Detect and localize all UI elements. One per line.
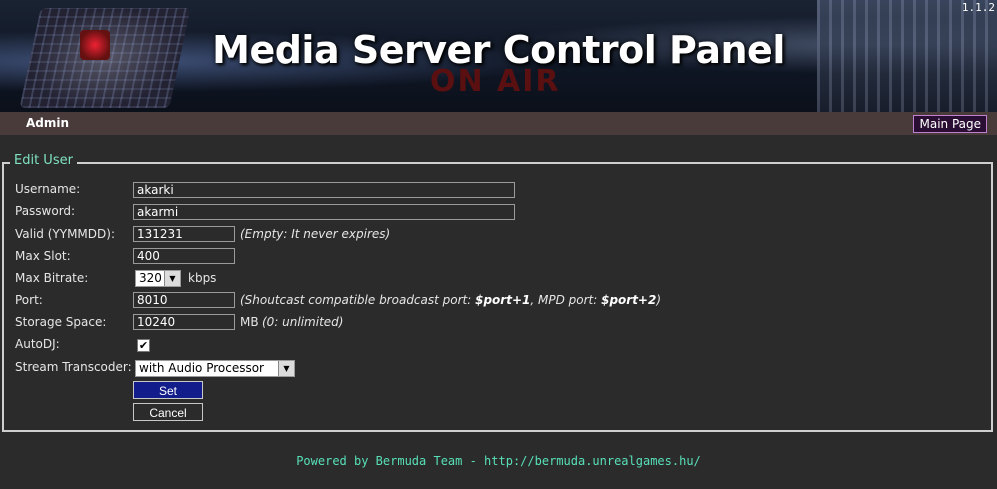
max-slot-input[interactable] (133, 248, 235, 264)
port-note: (Shoutcast compatible broadcast port: $p… (240, 293, 662, 307)
storage-note: (0: unlimited) (262, 315, 344, 329)
port-input[interactable] (133, 292, 235, 308)
max-bitrate-value: 320 (139, 271, 162, 285)
username-label: Username: (15, 182, 81, 196)
edit-user-legend: Edit User (10, 153, 77, 168)
chevron-down-icon: ▼ (164, 271, 180, 286)
set-button[interactable]: Set (133, 381, 203, 399)
password-input[interactable] (133, 204, 515, 220)
transcoder-label: Stream Transcoder: (15, 360, 132, 374)
valid-input[interactable] (133, 226, 235, 242)
page-title: Media Server Control Panel (212, 28, 785, 72)
admin-label: Admin (26, 116, 70, 130)
bitrate-unit: kbps (188, 271, 217, 285)
autodj-checkbox[interactable]: ✔ (137, 339, 150, 352)
transcoder-select[interactable]: with Audio Processor ▼ (135, 360, 295, 377)
password-label: Password: (15, 204, 76, 218)
main-page-button[interactable]: Main Page (913, 115, 987, 133)
max-slot-label: Max Slot: (15, 249, 71, 263)
footer-credit: Powered by Bermuda Team - http://bermuda… (296, 454, 701, 468)
port-label: Port: (15, 293, 43, 307)
nav-bar: Admin Main Page (0, 112, 997, 135)
cancel-button[interactable]: Cancel (133, 403, 203, 421)
autodj-label: AutoDJ: (15, 337, 60, 351)
header-banner: ON AIR Media Server Control Panel 1.1.2 (0, 0, 997, 112)
username-input[interactable] (133, 182, 515, 198)
storage-unit: MB (240, 315, 259, 329)
valid-note: (Empty: It never expires) (240, 227, 391, 241)
max-bitrate-select[interactable]: 320 ▼ (135, 270, 181, 287)
storage-label: Storage Space: (15, 315, 107, 329)
max-bitrate-label: Max Bitrate: (15, 271, 89, 285)
transcoder-value: with Audio Processor (139, 361, 264, 375)
version-label: 1.1.2 (961, 1, 995, 14)
valid-label: Valid (YYMMDD): (15, 227, 115, 241)
checkmark-icon: ✔ (138, 339, 149, 352)
chevron-down-icon: ▼ (278, 361, 294, 376)
storage-input[interactable] (133, 314, 235, 330)
